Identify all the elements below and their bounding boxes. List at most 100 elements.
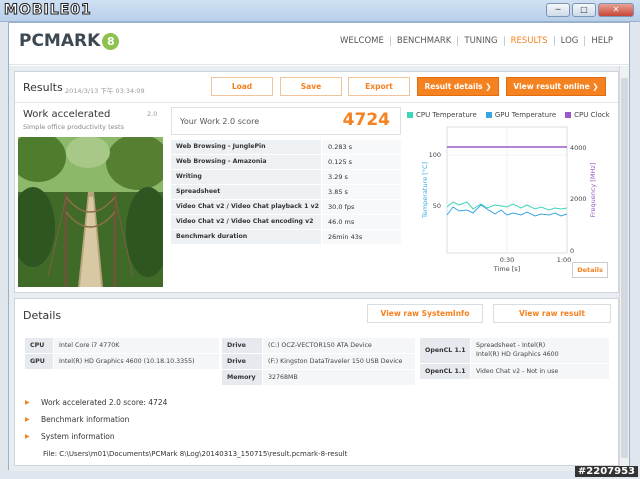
view-result-online-button[interactable]: View result online ❯ [506, 77, 606, 96]
window-titlebar: MOBILE01 ─ □ ✕ [0, 0, 640, 22]
row-value: 26min 43s [322, 230, 401, 244]
scrollbar-thumb[interactable] [621, 78, 628, 458]
legend-swatch [565, 112, 572, 118]
gpu-value: Intel(R) HD Graphics 4600 (10.18.10.3355… [54, 354, 219, 369]
nav-help[interactable]: HELP [584, 36, 619, 46]
logo-text: PCMARK [19, 31, 101, 51]
nav-results[interactable]: RESULTS [503, 36, 554, 46]
y-right-tick: 0 [570, 247, 574, 255]
results-date: 2014/3/13 下午 03:34:09 [65, 87, 145, 95]
opencl-value-line: Intel(R) HD Graphics 4600 [476, 351, 559, 358]
graph-details-button[interactable]: Details [572, 262, 608, 278]
memory-value: 32768MB [263, 370, 415, 385]
nav-tuning[interactable]: TUNING [457, 36, 503, 46]
score-table: Web Browsing - JunglePin 0.283 s Web Brow… [171, 140, 401, 245]
window-controls: ─ □ ✕ [546, 3, 634, 17]
vertical-scrollbar[interactable] [619, 66, 629, 471]
app-header: PCMARK 8 WELCOME BENCHMARK TUNING RESULT… [9, 23, 629, 65]
close-button[interactable]: ✕ [598, 3, 634, 17]
y-right-tick: 2000 [570, 195, 587, 203]
expander-label: Work accelerated 2.0 score: 4724 [41, 397, 168, 407]
legend-label: CPU Temperature [416, 111, 477, 119]
score-row: Web Browsing - JunglePin 0.283 s [171, 140, 401, 155]
nav-benchmark[interactable]: BENCHMARK [389, 36, 458, 46]
results-divider [15, 102, 618, 103]
expander-label: Benchmark information [41, 414, 130, 424]
legend-cpu-temp[interactable]: CPU Temperature [407, 111, 477, 119]
row-key: Spreadsheet [171, 185, 321, 199]
chevron-right-icon: ▶ [25, 398, 30, 406]
score-row: Benchmark duration 26min 43s [171, 230, 401, 245]
score-row: Web Browsing - Amazonia 0.125 s [171, 155, 401, 170]
row-key: Writing [171, 170, 321, 184]
save-button[interactable]: Save [280, 77, 342, 96]
y-left-label: Temperature [°C] [421, 162, 429, 219]
pcmark-logo: PCMARK 8 [19, 31, 120, 51]
y-right-label: Frequency [MHz] [589, 163, 597, 218]
export-button[interactable]: Export [348, 77, 410, 96]
logo-badge: 8 [102, 32, 120, 50]
legend-cpu-clock[interactable]: CPU Clock [565, 111, 610, 119]
load-button[interactable]: Load [211, 77, 273, 96]
expander-label: System information [41, 431, 115, 441]
view-raw-result-button[interactable]: View raw result [493, 304, 611, 323]
test-photo [18, 137, 163, 287]
opencl-key: OpenCL 1.1 [420, 338, 470, 363]
gpu-key: GPU [25, 354, 53, 369]
drive-key: Drive [222, 338, 262, 353]
legend-swatch [407, 112, 413, 118]
graph-plot: 100 50 4000 2000 0 0:30 1:00 Time [s] Te… [421, 126, 597, 273]
monitoring-graph: CPU Temperature GPU Temperature CPU Cloc… [407, 107, 618, 290]
drive-value: (C:) OCZ-VECTOR150 ATA Device [263, 338, 415, 353]
expander-benchmark-info[interactable]: ▶ Benchmark information [25, 412, 129, 426]
test-name: Work accelerated [23, 109, 111, 120]
score-box: Your Work 2.0 score 4724 [171, 107, 401, 135]
test-subtitle: Simple office productivity tests [23, 123, 124, 131]
nav-welcome[interactable]: WELCOME [334, 36, 390, 46]
drive-value: (F:) Kingston DataTraveler 150 USB Devic… [263, 354, 415, 369]
test-version: 2.0 [147, 110, 158, 118]
minimize-button[interactable]: ─ [546, 3, 570, 17]
opencl-value: Video Chat v2 - Not in use [471, 364, 609, 379]
results-panel: Results 2014/3/13 下午 03:34:09 Load Save … [14, 71, 619, 293]
score-row: Video Chat v2 / Video Chat encoding v2 46… [171, 215, 401, 230]
row-key: Web Browsing - Amazonia [171, 155, 321, 169]
y-left-tick: 50 [433, 202, 441, 210]
post-id-tag: #2207953 [574, 466, 638, 477]
x-tick: 0:30 [500, 256, 515, 264]
expander-system-info[interactable]: ▶ System information [25, 429, 115, 443]
x-axis-label: Time [s] [493, 265, 520, 273]
row-value: 0.283 s [322, 140, 401, 154]
cpu-value: Intel Core i7 4770K [54, 338, 219, 353]
view-raw-systeminfo-button[interactable]: View raw SystemInfo [367, 304, 483, 323]
x-tick: 1:00 [557, 256, 572, 264]
details-title: Details [23, 309, 62, 322]
main-content: Results 2014/3/13 下午 03:34:09 Load Save … [9, 66, 629, 471]
row-value: 3.29 s [322, 170, 401, 184]
results-title: Results [23, 81, 63, 94]
row-key: Video Chat v2 / Video Chat playback 1 v2 [171, 200, 321, 214]
opencl-value: Spreadsheet - Intel(R) Intel(R) HD Graph… [471, 338, 609, 363]
graph-legend: CPU Temperature GPU Temperature CPU Cloc… [407, 111, 619, 119]
chevron-right-icon: ▶ [25, 432, 30, 440]
row-value: 46.0 ms [322, 215, 401, 229]
row-value: 0.125 s [322, 155, 401, 169]
maximize-button[interactable]: □ [572, 3, 596, 17]
nav-log[interactable]: LOG [553, 36, 585, 46]
score-row: Writing 3.29 s [171, 170, 401, 185]
app-window: PCMARK 8 WELCOME BENCHMARK TUNING RESULT… [8, 22, 630, 471]
row-key: Web Browsing - JunglePin [171, 140, 321, 154]
result-details-button[interactable]: Result details ❯ [417, 77, 499, 96]
opencl-key: OpenCL 1.1 [420, 364, 470, 379]
result-file-path: File: C:\Users\m01\Documents\PCMark 8\Lo… [43, 450, 348, 458]
opencl-value-line: Spreadsheet - Intel(R) [476, 342, 546, 349]
legend-swatch [485, 112, 492, 118]
legend-gpu-temp[interactable]: GPU Temperature [485, 111, 557, 119]
legend-label: GPU Temperature [494, 111, 557, 119]
details-panel: Details View raw SystemInfo View raw res… [14, 298, 619, 466]
score-row: Video Chat v2 / Video Chat playback 1 v2… [171, 200, 401, 215]
row-value: 3.85 s [322, 185, 401, 199]
expander-score[interactable]: ▶ Work accelerated 2.0 score: 4724 [25, 395, 167, 409]
score-label: Your Work 2.0 score [180, 117, 260, 126]
y-left-tick: 100 [429, 151, 441, 159]
